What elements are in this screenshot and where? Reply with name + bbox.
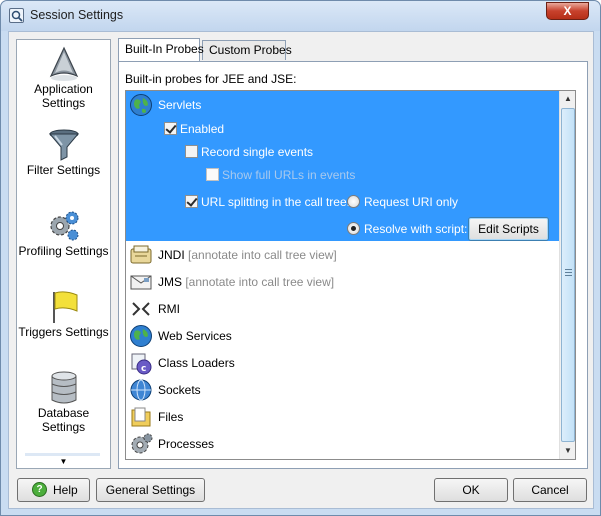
svg-text:c: c <box>141 364 146 374</box>
probe-item-class-loaders[interactable]: Class Loaders <box>158 356 235 370</box>
globe-icon <box>129 93 153 117</box>
flag-icon <box>47 289 81 325</box>
ok-button[interactable]: OK <box>434 478 508 502</box>
servlets-probe-item[interactable]: Servlets Enabled Record single events Sh… <box>126 91 559 241</box>
sidebar-item-label: Filter Settings <box>26 163 101 177</box>
sidebar-item-triggers-settings[interactable]: Triggers Settings <box>17 285 110 363</box>
app-icon <box>9 8 24 23</box>
probe-item-jndi[interactable]: JNDI [annotate into call tree view] <box>158 248 337 262</box>
sidebar-item-filter-settings[interactable]: Filter Settings <box>17 123 110 201</box>
general-settings-button[interactable]: General Settings <box>96 478 205 502</box>
jndi-icon <box>129 243 153 267</box>
enabled-label: Enabled <box>180 122 225 136</box>
tab-built-in-probes[interactable]: Built-In Probes <box>118 38 204 61</box>
show-full-urls-label: Show full URLs in events <box>222 168 356 182</box>
files-icon <box>129 405 153 429</box>
sidebar-item-label: Database Settings <box>37 406 90 434</box>
probe-name: JNDI <box>158 248 185 262</box>
gears-icon <box>47 208 81 244</box>
sidebar-item-profiling-settings[interactable]: Profiling Settings <box>17 204 110 282</box>
help-button[interactable]: ? Help <box>17 478 90 502</box>
probe-item-processes[interactable]: Processes <box>158 437 214 451</box>
sidebar-scroll-down-icon[interactable]: ▼ <box>17 456 110 468</box>
scroll-down-icon[interactable]: ▼ <box>560 443 575 459</box>
request-uri-label: Request URI only <box>364 195 459 209</box>
processes-icon <box>129 432 153 456</box>
probe-name: JMS <box>158 275 182 289</box>
panel-caption: Built-in probes for JEE and JSE: <box>125 72 297 86</box>
probe-item-web-services[interactable]: Web Services <box>158 329 232 343</box>
funnel-icon <box>47 127 81 163</box>
globe-icon <box>129 324 153 348</box>
cancel-button[interactable]: Cancel <box>513 478 587 502</box>
scroll-thumb[interactable] <box>561 108 575 442</box>
help-icon: ? <box>32 482 47 497</box>
built-in-probes-panel: Built-in probes for JEE and JSE: Servlet… <box>118 61 588 469</box>
class-loader-icon: c <box>129 351 153 375</box>
rmi-icon <box>129 297 153 321</box>
url-splitting-label: URL splitting in the call tree: <box>201 195 350 209</box>
jms-icon <box>129 270 153 294</box>
resolve-with-script-radio[interactable] <box>347 222 360 235</box>
session-settings-window: Session Settings X Application Settings <box>0 0 601 516</box>
dialog-content: Application Settings Filter Settings Pro… <box>8 31 594 509</box>
close-button[interactable]: X <box>546 2 589 20</box>
help-label: Help <box>53 483 78 497</box>
tab-custom-probes[interactable]: Custom Probes <box>202 40 292 60</box>
probes-list: Servlets Enabled Record single events Sh… <box>125 90 576 460</box>
probe-hint: [annotate into call tree view] <box>185 275 335 289</box>
title-bar: Session Settings X <box>1 1 600 31</box>
probe-item-sockets[interactable]: Sockets <box>158 383 201 397</box>
edit-scripts-button[interactable]: Edit Scripts <box>468 217 549 241</box>
sidebar-item-label: Application Settings <box>34 82 93 110</box>
record-single-events-label: Record single events <box>201 145 314 159</box>
url-splitting-checkbox[interactable] <box>185 195 198 208</box>
record-single-events-checkbox[interactable] <box>185 145 198 158</box>
sockets-icon <box>129 378 153 402</box>
application-icon <box>47 46 81 82</box>
sidebar-item-label: Triggers Settings <box>18 325 109 339</box>
scroll-up-icon[interactable]: ▲ <box>560 91 575 107</box>
probe-item-files[interactable]: Files <box>158 410 183 424</box>
probes-scrollbar[interactable]: ▲ ▼ <box>559 91 575 459</box>
request-uri-radio[interactable] <box>347 195 360 208</box>
servlets-label: Servlets <box>158 98 202 112</box>
sidebar-item-application-settings[interactable]: Application Settings <box>17 42 110 120</box>
probe-item-rmi[interactable]: RMI <box>158 302 180 316</box>
sidebar-item-database-settings[interactable]: Database Settings <box>17 366 110 444</box>
show-full-urls-checkbox <box>206 168 219 181</box>
window-title: Session Settings <box>30 8 124 22</box>
probe-hint: [annotate into call tree view] <box>188 248 337 262</box>
enabled-checkbox[interactable] <box>164 122 177 135</box>
resolve-with-script-label: Resolve with script: <box>364 222 468 236</box>
database-icon <box>47 370 81 406</box>
settings-sidebar: Application Settings Filter Settings Pro… <box>16 39 111 469</box>
grip-icon <box>565 269 572 276</box>
probe-item-jms[interactable]: JMS [annotate into call tree view] <box>158 275 334 289</box>
sidebar-item-label: Profiling Settings <box>18 244 109 258</box>
